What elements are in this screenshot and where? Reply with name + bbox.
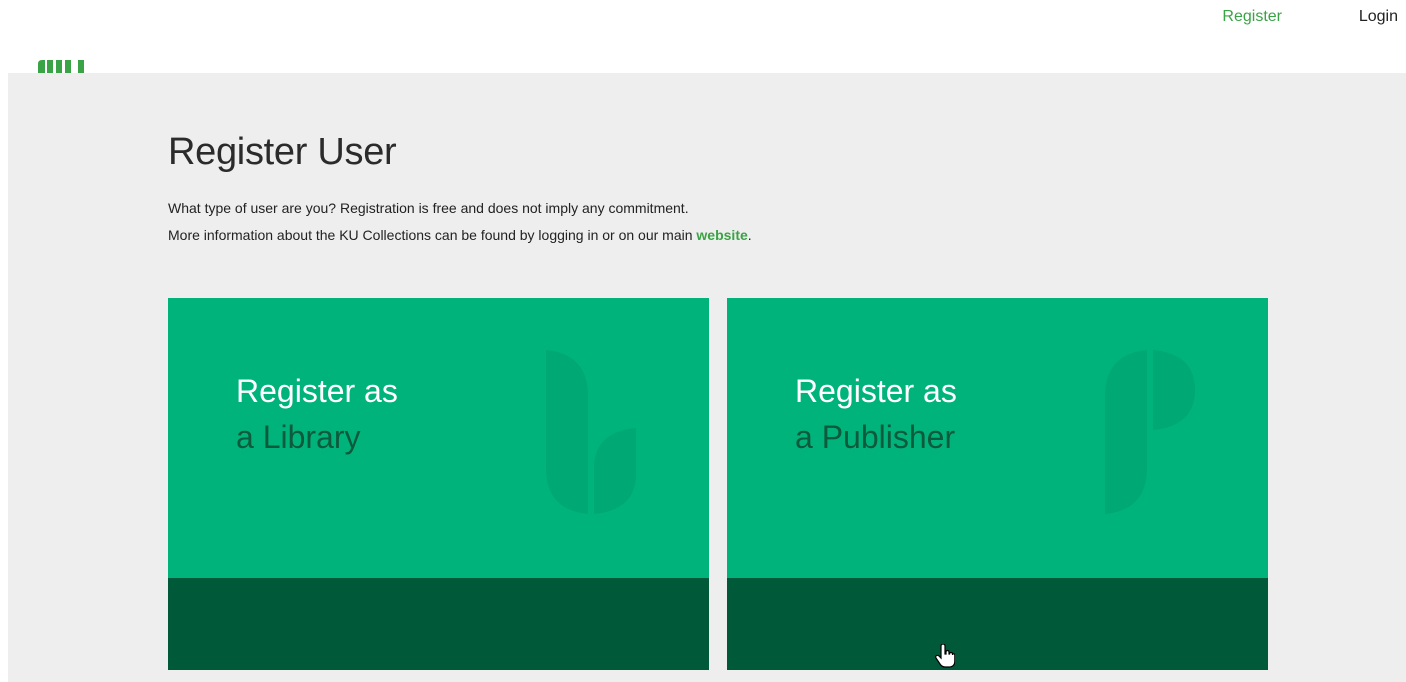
library-card-line-1: Register as (236, 373, 398, 409)
hand-cursor-icon (935, 644, 955, 668)
publisher-p-icon (1105, 350, 1195, 514)
library-card-line-2: a Library (236, 419, 361, 455)
intro-line-2: More information about the KU Collection… (168, 222, 752, 249)
publisher-card-footer (727, 578, 1268, 670)
nav-login-link[interactable]: Login (1359, 8, 1398, 26)
intro-line-2-prefix: More information about the KU Collection… (168, 227, 697, 243)
publisher-card-line-1: Register as (795, 373, 957, 409)
website-link[interactable]: website (696, 227, 747, 243)
page: Register Login Register User What type o… (0, 0, 1406, 682)
publisher-card-text: Register as a Publisher (795, 368, 957, 460)
register-library-card[interactable]: Register as a Library (168, 298, 709, 670)
intro-line-2-suffix: . (747, 227, 752, 243)
publisher-card-line-2: a Publisher (795, 419, 956, 455)
intro-line-1: What type of user are you? Registration … (168, 200, 689, 216)
intro-text: What type of user are you? Registration … (168, 195, 752, 249)
main-content: Register User What type of user are you?… (8, 73, 1406, 682)
library-l-icon (546, 350, 636, 514)
library-card-footer (168, 578, 709, 670)
register-publisher-card[interactable]: Register as a Publisher (727, 298, 1268, 670)
nav-register-link[interactable]: Register (1222, 8, 1282, 26)
library-card-text: Register as a Library (236, 368, 398, 460)
page-title: Register User (168, 131, 397, 173)
